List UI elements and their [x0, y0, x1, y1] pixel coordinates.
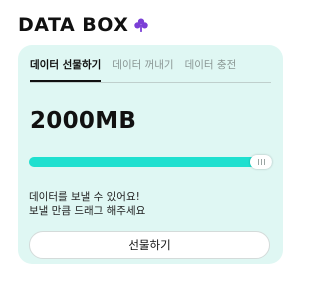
slider-handle[interactable]: [250, 155, 272, 169]
data-amount: 2000MB: [30, 108, 137, 134]
slider-instructions: 데이터를 보낼 수 있어요! 보낼 만큼 드래그 해주세요: [29, 190, 145, 218]
data-gift-card: 데이터 선물하기 데이터 꺼내기 데이터 충전 2000MB 데이터를 보낼 수…: [18, 45, 283, 264]
slider-fill: [29, 157, 272, 167]
tab-charge-data[interactable]: 데이터 충전: [185, 56, 237, 81]
grip-line-icon: [257, 159, 259, 165]
grip-line-icon: [260, 159, 262, 165]
grip-line-icon: [263, 159, 265, 165]
data-amount-slider[interactable]: [29, 155, 272, 169]
instruction-line-2: 보낼 만큼 드래그 해주세요: [29, 205, 146, 217]
tab-gift-data[interactable]: 데이터 선물하기: [30, 56, 102, 82]
clover-icon: [133, 17, 149, 33]
tab-bar: 데이터 선물하기 데이터 꺼내기 데이터 충전: [30, 56, 271, 83]
instruction-line-1: 데이터를 보낼 수 있어요!: [29, 191, 140, 203]
app-header: DATA BOX: [18, 12, 149, 38]
gift-button[interactable]: 선물하기: [29, 231, 270, 259]
data-box-screen: DATA BOX 데이터 선물하기 데이터 꺼내기 데이터 충전 2000MB: [0, 0, 300, 300]
app-logo-text: DATA BOX: [18, 13, 129, 36]
tab-withdraw-data[interactable]: 데이터 꺼내기: [112, 56, 173, 81]
